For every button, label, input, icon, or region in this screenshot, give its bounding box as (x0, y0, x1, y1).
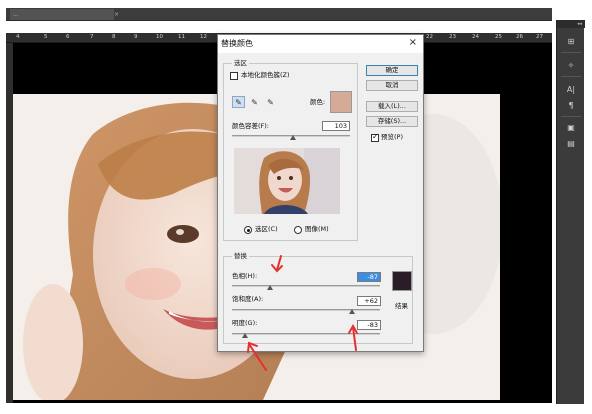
photoshop-window: ... × 4 5 6 7 8 9 10 11 12 22 23 24 25 2… (0, 0, 592, 414)
annotation-arrows (247, 255, 358, 371)
annotation-arrow (248, 343, 267, 371)
